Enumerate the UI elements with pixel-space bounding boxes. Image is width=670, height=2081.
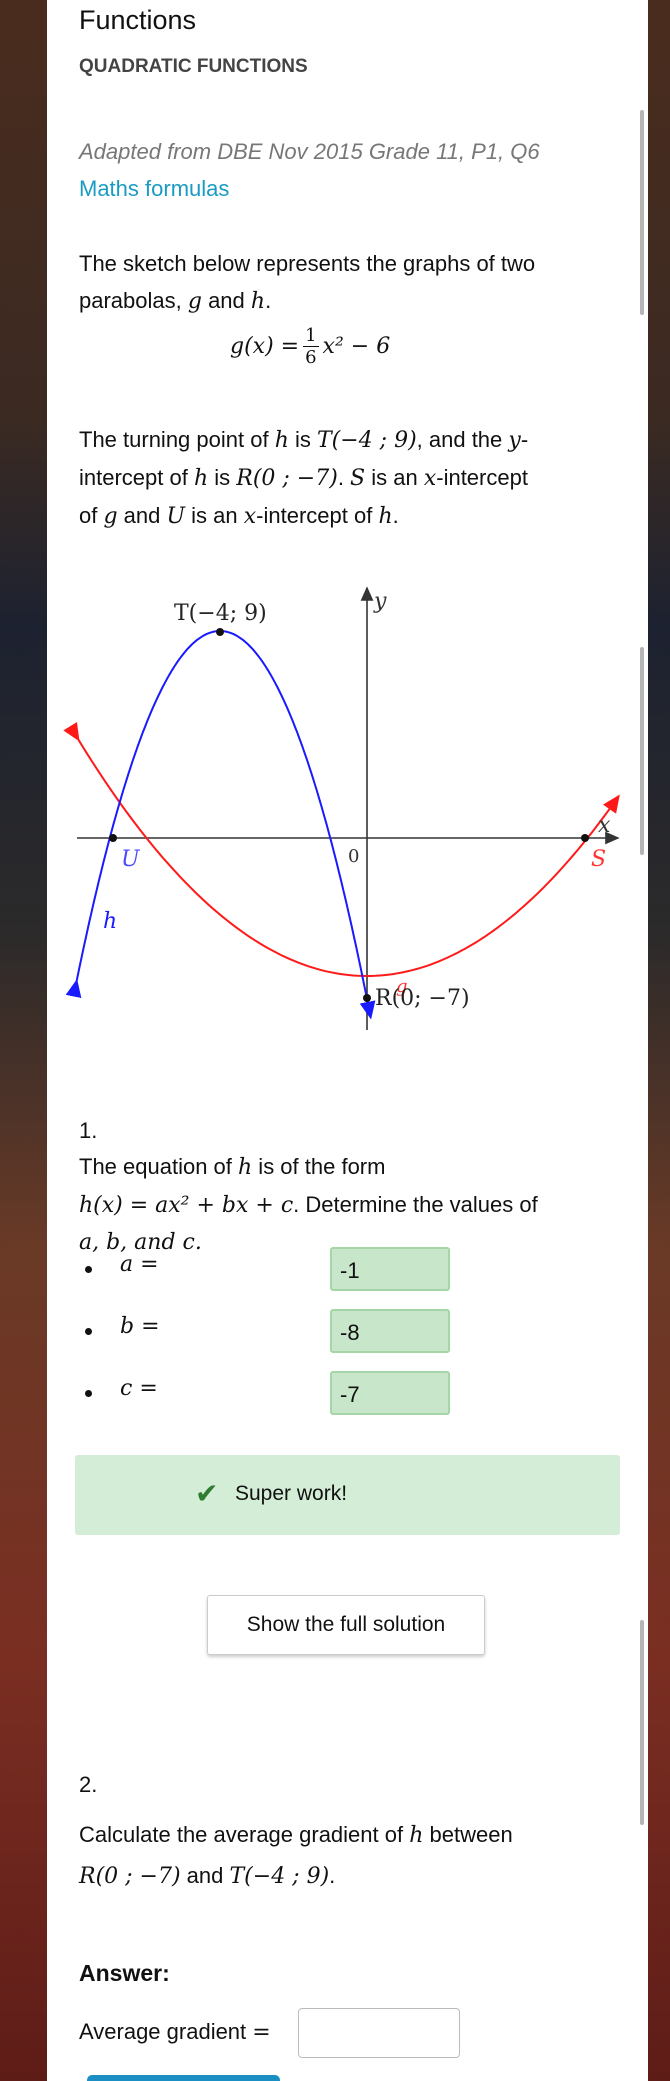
curve-h	[65, 630, 376, 1020]
var-b-label: b =	[120, 1314, 160, 1339]
label-T: T(−4; 9)	[174, 601, 267, 626]
b-input[interactable]: -8	[330, 1309, 450, 1353]
show-solution-button[interactable]: Show the full solution	[207, 1595, 485, 1655]
q2-text: Calculate the average gradient of h betw…	[79, 1822, 513, 1889]
success-feedback: ✔ Super work!	[75, 1455, 620, 1535]
point-U	[109, 834, 117, 842]
average-gradient-label: Average gradient =	[79, 2019, 271, 2045]
point-T	[216, 628, 224, 636]
var-a-label: a =	[120, 1252, 159, 1277]
check-answer-button[interactable]	[87, 2075, 280, 2081]
bullet	[85, 1390, 92, 1397]
var-c-label: c =	[120, 1376, 158, 1401]
feedback-text: Super work!	[235, 1482, 348, 1505]
label-U: U	[121, 847, 141, 872]
point-S	[581, 834, 589, 842]
label-S: S	[591, 847, 606, 872]
label-h: h	[103, 909, 117, 934]
a-input[interactable]: -1	[330, 1247, 450, 1291]
label-y: y	[373, 589, 387, 614]
label-origin: 0	[348, 846, 359, 867]
scrollbar[interactable]	[640, 1620, 644, 1825]
bullet	[85, 1328, 92, 1335]
point-R	[363, 994, 371, 1002]
q1-number: 1.	[79, 1118, 98, 1143]
answer-heading: Answer:	[79, 1960, 170, 1986]
parabola-graph: T(−4; 9) y x U S h g 0 R(0; −7)	[63, 586, 620, 1030]
label-x: x	[598, 813, 611, 838]
label-R: R(0; −7)	[375, 986, 470, 1011]
bullet	[85, 1266, 92, 1273]
check-icon: ✔	[195, 1478, 219, 1509]
average-gradient-input[interactable]	[298, 2008, 460, 2058]
q2-number: 2.	[79, 1772, 98, 1797]
q1-text: The equation of h is of the form h(x) = …	[79, 1154, 538, 1255]
c-input[interactable]: -7	[330, 1371, 450, 1415]
